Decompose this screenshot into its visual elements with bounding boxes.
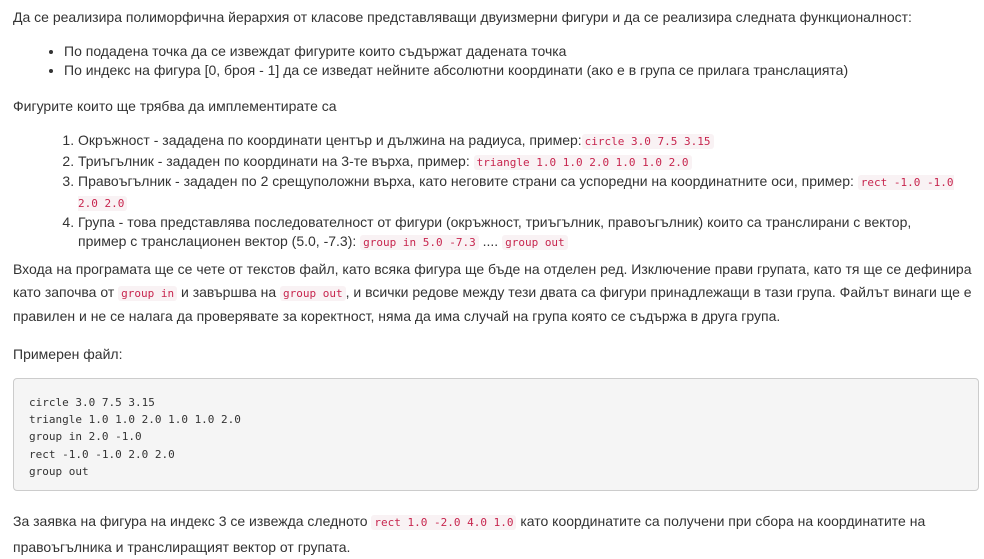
shape-description: Триъгълник - зададен по координати на 3-… xyxy=(78,152,474,169)
inline-code: group in xyxy=(118,286,178,302)
query-text: За заявка на фигура на индекс 3 се извеж… xyxy=(13,513,372,529)
ellipsis-text: .... xyxy=(478,232,503,249)
shape-description: Окръжност - зададена по координати центъ… xyxy=(78,132,582,148)
intro-paragraph: Да се реализира полиморфична йерархия от… xyxy=(13,9,912,25)
example-heading: Примерен файл: xyxy=(13,346,123,362)
shape-item-circle: Окръжност - зададена по координати центъ… xyxy=(78,131,958,152)
shape-description: Правоъгълник - зададен по 2 срещуположни… xyxy=(78,173,858,190)
code-line: rect -1.0 -1.0 2.0 2.0 xyxy=(29,447,175,461)
code-line: circle 3.0 7.5 3.15 xyxy=(29,396,155,409)
requirements-list: По подадена точка да се извеждат фигурит… xyxy=(0,42,848,80)
inline-code: circle 3.0 7.5 3.15 xyxy=(581,134,714,149)
code-line: group in 2.0 -1.0 xyxy=(29,430,142,444)
inline-code: group out xyxy=(280,286,346,302)
input-text: и завършва на xyxy=(177,284,281,301)
shapes-heading: Фигурите които ще трябва да имплементира… xyxy=(13,98,337,114)
shape-item-group: Група - това представлява последователно… xyxy=(78,213,958,252)
shape-item-rect: Правоъгълник - зададен по 2 срещуположни… xyxy=(78,172,958,213)
code-line: triangle 1.0 1.0 2.0 1.0 1.0 2.0 xyxy=(29,413,241,427)
query-description: За заявка на фигура на индекс 3 се извеж… xyxy=(13,509,973,559)
inline-code: group out xyxy=(502,234,568,250)
input-description: Входа на програмата ще се чете от тексто… xyxy=(13,258,973,329)
requirement-item: По индекс на фигура [0, броя - 1] да се … xyxy=(64,61,848,80)
shapes-list: Окръжност - зададена по координати центъ… xyxy=(0,131,958,253)
inline-code: triangle 1.0 1.0 2.0 1.0 1.0 2.0 xyxy=(473,154,692,170)
document: Да се реализира полиморфична йерархия от… xyxy=(0,0,984,558)
requirement-item: По подадена точка да се извеждат фигурит… xyxy=(64,42,848,61)
inline-code: rect 1.0 -2.0 4.0 1.0 xyxy=(371,515,517,530)
shape-item-triangle: Триъгълник - зададен по координати на 3-… xyxy=(78,152,958,173)
sample-file-block: circle 3.0 7.5 3.15 triangle 1.0 1.0 2.0… xyxy=(13,378,979,491)
inline-code: group in 5.0 -7.3 xyxy=(360,234,479,250)
code-line: group out xyxy=(29,464,89,478)
